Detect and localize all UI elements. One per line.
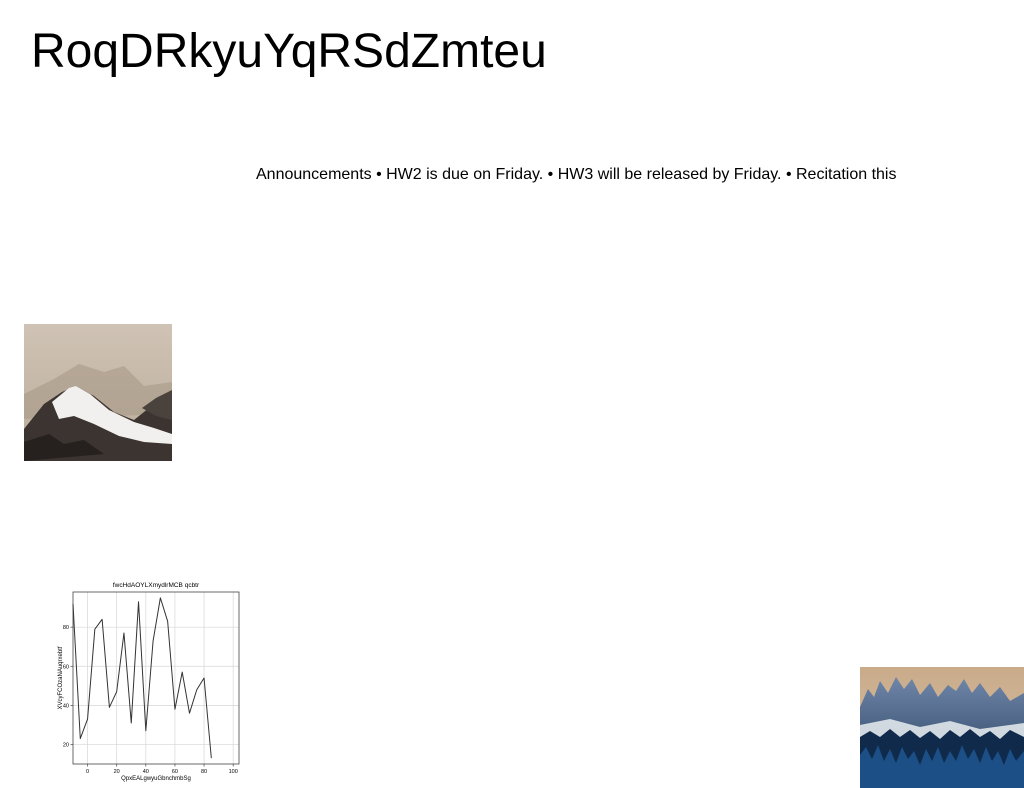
page-title: RoqDRkyuYqRSdZmteu — [31, 25, 547, 78]
chart-series-line — [72, 597, 212, 759]
chart-ytick-label: 40 — [63, 703, 69, 709]
snowy-mountain-photo — [24, 324, 172, 461]
chart-xlabel: QpxEALgwyuGbnchmbSg — [121, 776, 191, 782]
chart-xtick-label: 40 — [143, 769, 149, 775]
line-chart: fwcHdAOYLXmydlrMCB qcbtr QpxEALgwyuGbnch… — [54, 578, 246, 784]
chart-plot-frame — [72, 591, 240, 765]
chart-xtick-label: 60 — [172, 769, 178, 775]
chart-xtick-label: 80 — [201, 769, 207, 775]
chart-ytick-label: 20 — [63, 742, 69, 748]
announcements-text: Announcements • HW2 is due on Friday. • … — [256, 166, 897, 183]
chart-ytick-label: 80 — [63, 625, 69, 631]
blue-mountain-forest-photo — [860, 667, 1024, 788]
chart-xtick-label: 100 — [229, 769, 238, 775]
chart-ylabel: XVcyFCOzaNAuqrxebtf — [58, 646, 64, 709]
chart-xtick-label: 20 — [114, 769, 120, 775]
chart-ytick-label: 60 — [63, 664, 69, 670]
chart-title: fwcHdAOYLXmydlrMCB qcbtr — [113, 582, 200, 589]
chart-xtick-label: 0 — [86, 769, 89, 775]
